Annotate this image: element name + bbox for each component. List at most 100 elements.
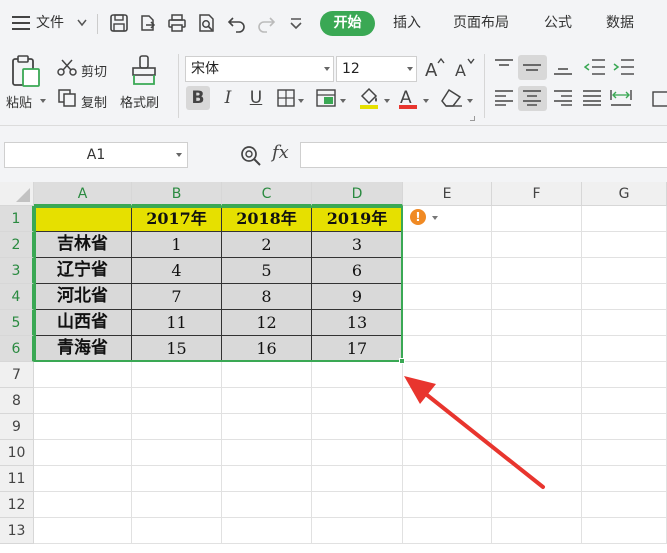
cell-g4[interactable] [582,284,667,310]
cell-d3[interactable]: 6 [312,258,403,284]
cell-a1[interactable] [34,206,132,232]
format-painter-button[interactable]: 格式刷 [120,92,159,111]
cell-d4[interactable]: 9 [312,284,403,310]
column-header-e[interactable]: E [403,182,492,206]
cell-g3[interactable] [582,258,667,284]
cell-c9[interactable] [222,414,312,440]
cell-f13[interactable] [492,518,582,544]
row-header-8[interactable]: 8 [0,388,34,414]
merge-center-icon[interactable] [652,90,667,108]
distributed-align-icon[interactable] [610,88,632,108]
cell-g8[interactable] [582,388,667,414]
cell-b13[interactable] [132,518,222,544]
cell-d11[interactable] [312,466,403,492]
cell-e12[interactable] [403,492,492,518]
formula-input[interactable] [300,142,667,168]
cell-b7[interactable] [132,362,222,388]
cell-f5[interactable] [492,310,582,336]
font-size-dropdown-icon[interactable] [407,67,413,71]
cell-fill-style-dropdown-icon[interactable] [340,99,346,103]
print-icon[interactable] [167,13,187,33]
cell-d2[interactable]: 3 [312,232,403,258]
justify-icon[interactable] [582,90,602,106]
cell-c12[interactable] [222,492,312,518]
cell-d8[interactable] [312,388,403,414]
paste-dropdown-icon[interactable] [40,99,46,103]
cell-c5[interactable]: 12 [222,310,312,336]
tab-insert[interactable]: 插入 [393,11,421,35]
align-left-icon[interactable] [494,90,514,106]
cell-b8[interactable] [132,388,222,414]
row-header-2[interactable]: 2 [0,232,34,258]
cell-a3[interactable]: 辽宁省 [34,258,132,284]
cell-e5[interactable] [403,310,492,336]
cell-a9[interactable] [34,414,132,440]
cell-d9[interactable] [312,414,403,440]
cell-g9[interactable] [582,414,667,440]
cell-c8[interactable] [222,388,312,414]
increase-font-size-icon[interactable]: A [424,56,446,80]
cell-a8[interactable] [34,388,132,414]
row-header-6[interactable]: 6 [0,336,34,362]
chevron-down-icon[interactable] [77,19,87,27]
font-color-dropdown-icon[interactable] [423,99,429,103]
cell-f4[interactable] [492,284,582,310]
cut-icon[interactable] [57,59,77,77]
cell-a11[interactable] [34,466,132,492]
cell-c1[interactable]: 2018年 [222,206,312,232]
decrease-font-size-icon[interactable]: A [454,56,476,80]
tab-formulas[interactable]: 公式 [544,11,572,35]
cell-d1[interactable]: 2019年 [312,206,403,232]
copy-button[interactable]: 复制 [81,92,107,111]
cell-d6[interactable]: 17 [312,336,403,362]
export-icon[interactable] [138,13,158,33]
cell-e2[interactable] [403,232,492,258]
font-dialog-launcher-icon[interactable] [470,116,475,121]
tab-page-layout[interactable]: 页面布局 [453,11,509,35]
cell-b4[interactable]: 7 [132,284,222,310]
tab-data[interactable]: 数据 [606,11,634,35]
cell-d13[interactable] [312,518,403,544]
font-size-select[interactable]: 12 [336,56,417,82]
cell-c6[interactable]: 16 [222,336,312,362]
font-color-icon[interactable]: A [397,86,419,110]
cell-f12[interactable] [492,492,582,518]
cell-g12[interactable] [582,492,667,518]
clear-format-dropdown-icon[interactable] [467,99,473,103]
cell-g7[interactable] [582,362,667,388]
column-header-d[interactable]: D [312,182,403,206]
row-header-10[interactable]: 10 [0,440,34,466]
borders-dropdown-icon[interactable] [298,99,304,103]
column-header-a[interactable]: A [34,182,132,206]
align-center-button[interactable] [518,86,547,111]
print-preview-icon[interactable] [197,13,217,33]
align-middle-button[interactable] [518,55,547,80]
cell-a2[interactable]: 吉林省 [34,232,132,258]
cell-b2[interactable]: 1 [132,232,222,258]
cell-c13[interactable] [222,518,312,544]
name-box[interactable]: A1 [4,142,188,168]
format-painter-icon[interactable] [130,54,158,86]
cell-a7[interactable] [34,362,132,388]
cell-fill-style-icon[interactable] [316,89,336,107]
cell-g5[interactable] [582,310,667,336]
italic-button[interactable]: I [216,86,240,110]
smart-tag-warning-icon[interactable]: ! [410,209,426,225]
row-header-13[interactable]: 13 [0,518,34,544]
fill-color-dropdown-icon[interactable] [384,99,390,103]
cell-d5[interactable]: 13 [312,310,403,336]
column-header-g[interactable]: G [582,182,667,206]
borders-icon[interactable] [277,89,295,107]
cell-a13[interactable] [34,518,132,544]
cell-e3[interactable] [403,258,492,284]
tab-home[interactable]: 开始 [320,11,375,36]
cell-a10[interactable] [34,440,132,466]
zoom-search-icon[interactable] [240,145,262,167]
cut-button[interactable]: 剪切 [81,61,107,80]
cell-f2[interactable] [492,232,582,258]
cell-a12[interactable] [34,492,132,518]
cell-e4[interactable] [403,284,492,310]
cell-f1[interactable] [492,206,582,232]
cell-f3[interactable] [492,258,582,284]
cell-d7[interactable] [312,362,403,388]
